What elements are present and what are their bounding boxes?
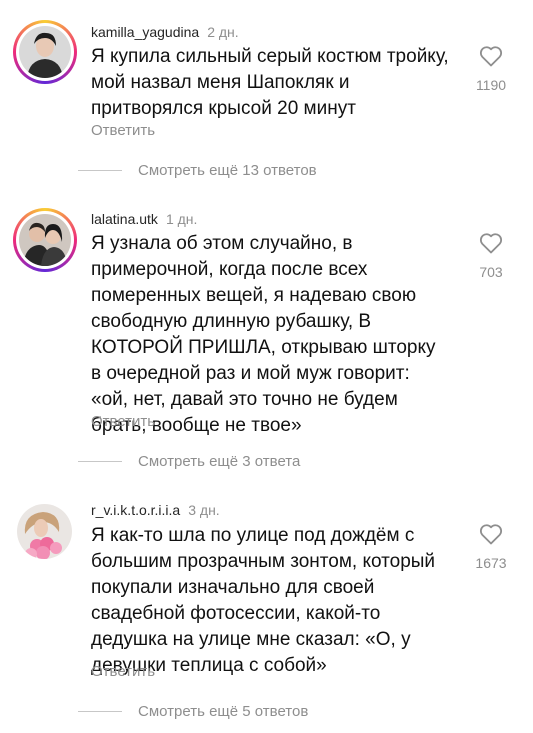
view-more-replies-button[interactable]: Смотреть ещё 5 ответов: [78, 703, 308, 720]
like-button[interactable]: 1190: [468, 45, 514, 93]
comment-age: 3 дн.: [188, 502, 220, 518]
reply-button[interactable]: Ответить: [91, 663, 155, 680]
view-more-replies-button[interactable]: Смотреть ещё 13 ответов: [78, 162, 317, 179]
like-count: 1673: [475, 555, 507, 571]
comment-meta: kamilla_yagudina 2 дн.: [91, 23, 239, 41]
divider: [78, 170, 122, 171]
view-more-replies-label: Смотреть ещё 3 ответа: [138, 453, 301, 470]
like-count: 1190: [475, 77, 507, 93]
divider: [78, 461, 122, 462]
comment-text: Я купила сильный серый костюм тройку, мо…: [91, 46, 449, 119]
avatar[interactable]: [19, 26, 71, 78]
comment-age: 2 дн.: [207, 24, 239, 40]
view-more-replies-button[interactable]: Смотреть ещё 3 ответа: [78, 453, 300, 470]
username[interactable]: r_v.i.k.t.o.r.i.i.a: [91, 502, 180, 518]
comment-age: 1 дн.: [165, 211, 198, 227]
reply-button[interactable]: Ответить: [91, 413, 155, 430]
view-more-replies-label: Смотреть ещё 5 ответов: [138, 703, 309, 720]
heart-outline-icon: [479, 524, 503, 545]
comment-text: Я узнала об этом случайно, в примерочной…: [91, 233, 436, 436]
avatar[interactable]: [19, 214, 71, 266]
comment-text: Я как-то шла по улице под дождём с больш…: [91, 525, 436, 676]
reply-button[interactable]: Ответить: [91, 122, 155, 139]
comment-meta: lalatina.utk 1 дн.: [91, 210, 197, 228]
username[interactable]: kamilla_yagudina: [91, 24, 199, 40]
like-button[interactable]: 703: [468, 232, 514, 280]
divider: [78, 711, 122, 712]
view-more-replies-label: Смотреть ещё 13 ответов: [138, 162, 317, 179]
comment-meta: r_v.i.k.t.o.r.i.i.a 3 дн.: [91, 501, 220, 519]
heart-outline-icon: [479, 233, 503, 254]
like-count: 703: [479, 264, 503, 280]
username[interactable]: lalatina.utk: [91, 211, 158, 227]
avatar[interactable]: [17, 504, 72, 559]
heart-outline-icon: [479, 46, 503, 67]
like-button[interactable]: 1673: [468, 523, 514, 571]
